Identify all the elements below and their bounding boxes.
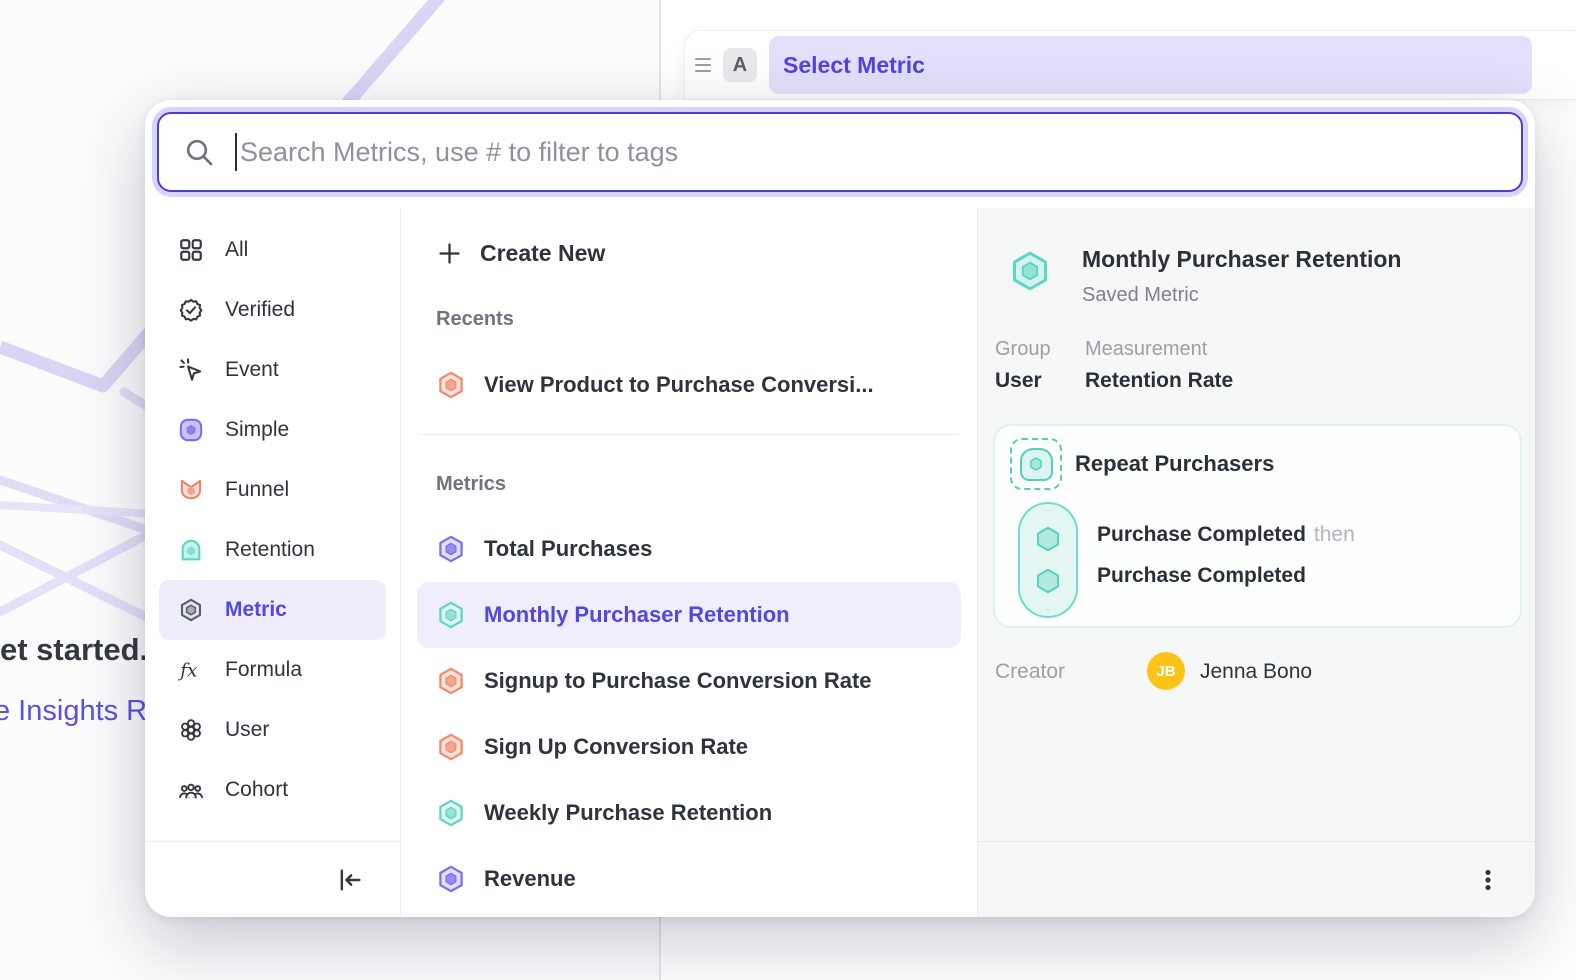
metric-row-revenue[interactable]: Revenue bbox=[417, 846, 961, 912]
metric-row-label: Sign Up Conversion Rate bbox=[484, 734, 748, 760]
sidebar-item-cohort[interactable]: Cohort bbox=[159, 760, 386, 820]
sidebar-item-label: Retention bbox=[225, 538, 315, 562]
cursor-icon bbox=[178, 357, 204, 383]
retention-icon bbox=[178, 537, 204, 563]
search-input[interactable] bbox=[240, 137, 1497, 168]
metric-row-label: Signup to Purchase Conversion Rate bbox=[484, 668, 872, 694]
text-cursor bbox=[235, 133, 237, 171]
sidebar-item-verified[interactable]: Verified bbox=[159, 280, 386, 340]
metric-icon bbox=[178, 597, 204, 623]
simple-icon bbox=[178, 417, 204, 443]
metric-definition-card: Repeat Purchasers Purchase Completed then bbox=[993, 424, 1522, 628]
sidebar-item-label: Verified bbox=[225, 298, 295, 322]
search-bar bbox=[157, 112, 1523, 192]
sidebar-item-all[interactable]: All bbox=[159, 220, 386, 280]
sidebar-item-label: Simple bbox=[225, 418, 289, 442]
svg-text:ƒx: ƒx bbox=[178, 661, 198, 682]
metric-row-monthly-purchaser-retention[interactable]: Monthly Purchaser Retention bbox=[417, 582, 961, 648]
metric-row-sign-up-conversion[interactable]: Sign Up Conversion Rate bbox=[417, 714, 961, 780]
metric-row-total-purchases[interactable]: Total Purchases bbox=[417, 516, 961, 582]
detail-footer bbox=[978, 841, 1535, 917]
select-metric-label: Select Metric bbox=[783, 52, 925, 79]
definition-steps: Purchase Completed then Purchase Complete… bbox=[1097, 514, 1355, 596]
metric-hexagon-icon-teal bbox=[436, 797, 466, 829]
collapse-sidebar-icon[interactable] bbox=[336, 866, 364, 894]
step-hexagon-icon bbox=[1033, 524, 1063, 554]
metric-row-weekly-purchase-retention[interactable]: Weekly Purchase Retention bbox=[417, 780, 961, 846]
cohort-people-icon bbox=[178, 777, 204, 803]
step-event: Purchase Completed bbox=[1097, 564, 1306, 587]
plus-icon bbox=[436, 240, 463, 267]
metric-hexagon-icon-orange bbox=[436, 731, 466, 763]
get-started-text: et started. bbox=[0, 632, 148, 668]
detail-title: Monthly Purchaser Retention bbox=[1082, 246, 1401, 273]
sidebar-item-retention[interactable]: Retention bbox=[159, 520, 386, 580]
sidebar-item-metric[interactable]: Metric bbox=[159, 580, 386, 640]
sidebar-item-label: Cohort bbox=[225, 778, 288, 802]
funnel-icon bbox=[178, 477, 204, 503]
sidebar-footer bbox=[145, 841, 400, 917]
formula-icon: ƒx bbox=[178, 657, 204, 683]
detail-subtitle: Saved Metric bbox=[1082, 284, 1199, 307]
sidebar-item-simple[interactable]: Simple bbox=[159, 400, 386, 460]
verified-icon bbox=[178, 297, 204, 323]
creator-label: Creator bbox=[995, 660, 1065, 684]
sidebar-item-label: Formula bbox=[225, 658, 302, 682]
metric-hexagon-icon-purple bbox=[436, 533, 466, 565]
group-label: Group bbox=[995, 338, 1051, 361]
step-event: Purchase Completed bbox=[1097, 523, 1306, 546]
metric-hexagon-icon-purple bbox=[436, 863, 466, 895]
sidebar-item-label: Metric bbox=[225, 598, 287, 622]
more-options-icon[interactable] bbox=[1475, 867, 1501, 893]
grid-icon bbox=[178, 237, 204, 263]
metric-row-label: Total Purchases bbox=[484, 536, 652, 562]
definition-name: Repeat Purchasers bbox=[1075, 451, 1274, 477]
create-new-label: Create New bbox=[480, 240, 605, 267]
drag-handle-icon[interactable] bbox=[695, 58, 715, 72]
creator-name: Jenna Bono bbox=[1200, 660, 1312, 684]
sidebar-item-formula[interactable]: ƒx Formula bbox=[159, 640, 386, 700]
step-suffix: then bbox=[1314, 523, 1355, 546]
recent-metric-label: View Product to Purchase Conversi... bbox=[484, 372, 874, 398]
sidebar-item-label: Event bbox=[225, 358, 279, 382]
metric-picker-dialog: All Verified Event bbox=[145, 100, 1535, 917]
recents-section-label: Recents bbox=[436, 308, 514, 331]
metric-row-label: Revenue bbox=[484, 866, 576, 892]
sidebar-item-event[interactable]: Event bbox=[159, 340, 386, 400]
metric-hexagon-icon-teal bbox=[436, 599, 466, 631]
retention-definition-icon bbox=[1010, 438, 1062, 490]
metric-detail-panel: Monthly Purchaser Retention Saved Metric… bbox=[978, 208, 1535, 917]
type-filter-sidebar: All Verified Event bbox=[145, 208, 400, 917]
metrics-section-label: Metrics bbox=[436, 473, 506, 496]
sidebar-item-user[interactable]: User bbox=[159, 700, 386, 760]
metric-hexagon-icon-orange bbox=[436, 369, 466, 401]
group-value: User bbox=[995, 369, 1042, 393]
create-new-button[interactable]: Create New bbox=[401, 222, 977, 284]
step-sequence-pill bbox=[1018, 502, 1078, 618]
sidebar-item-label: User bbox=[225, 718, 269, 742]
metric-row-signup-to-purchase[interactable]: Signup to Purchase Conversion Rate bbox=[417, 648, 961, 714]
row-letter-badge: A bbox=[723, 48, 757, 82]
select-metric-pill[interactable]: Select Metric bbox=[769, 36, 1532, 94]
metrics-list: Total Purchases Monthly Purchaser Retent… bbox=[417, 516, 961, 912]
sidebar-item-funnel[interactable]: Funnel bbox=[159, 460, 386, 520]
sidebar-item-label: All bbox=[225, 238, 248, 262]
recent-metric-item[interactable]: View Product to Purchase Conversi... bbox=[417, 352, 961, 418]
step-hexagon-icon bbox=[1033, 566, 1063, 596]
search-icon bbox=[183, 136, 215, 168]
sidebar-item-label: Funnel bbox=[225, 478, 289, 502]
metric-row-label: Monthly Purchaser Retention bbox=[484, 602, 790, 628]
user-cluster-icon bbox=[178, 717, 204, 743]
metric-list-column: Create New Recents View Product to Purch… bbox=[400, 208, 978, 917]
creator-avatar: JB bbox=[1147, 652, 1185, 690]
metric-hexagon-icon-teal-large bbox=[1008, 248, 1052, 299]
section-divider bbox=[419, 434, 959, 435]
metric-row-card: A Select Metric bbox=[684, 30, 1576, 100]
metric-hexagon-icon-orange bbox=[436, 665, 466, 697]
insights-report-link[interactable]: e Insights Re bbox=[0, 695, 163, 728]
metric-row-label: Weekly Purchase Retention bbox=[484, 800, 772, 826]
measurement-value: Retention Rate bbox=[1085, 369, 1233, 393]
measurement-label: Measurement bbox=[1085, 338, 1207, 361]
